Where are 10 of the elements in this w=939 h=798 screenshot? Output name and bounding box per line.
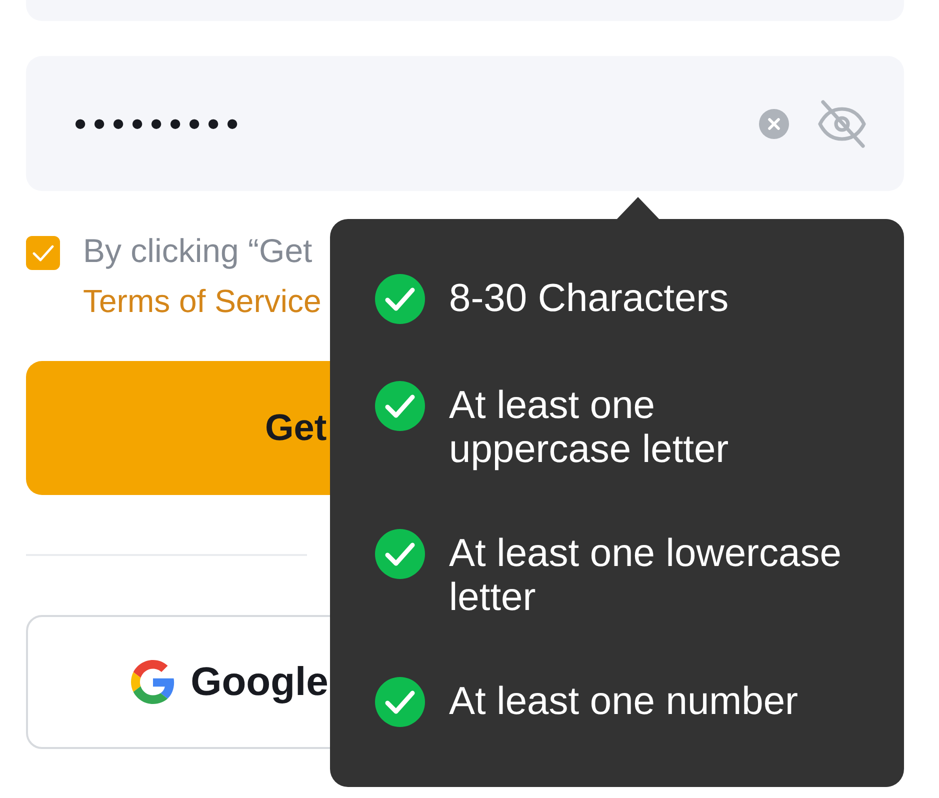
requirement-text: At least one lowercase letter [449, 532, 842, 620]
password-field[interactable]: ••••••••• [26, 56, 904, 191]
google-icon [130, 660, 175, 704]
requirement-text: At least one number [449, 680, 798, 724]
requirement-text: 8-30 Characters [449, 277, 729, 321]
consent-text: By clicking “Get [83, 231, 312, 271]
requirement-text: At least one uppercase letter [449, 384, 729, 472]
clear-icon[interactable] [759, 108, 789, 138]
consent-checkbox[interactable] [26, 236, 60, 270]
eye-off-icon[interactable] [817, 100, 867, 148]
